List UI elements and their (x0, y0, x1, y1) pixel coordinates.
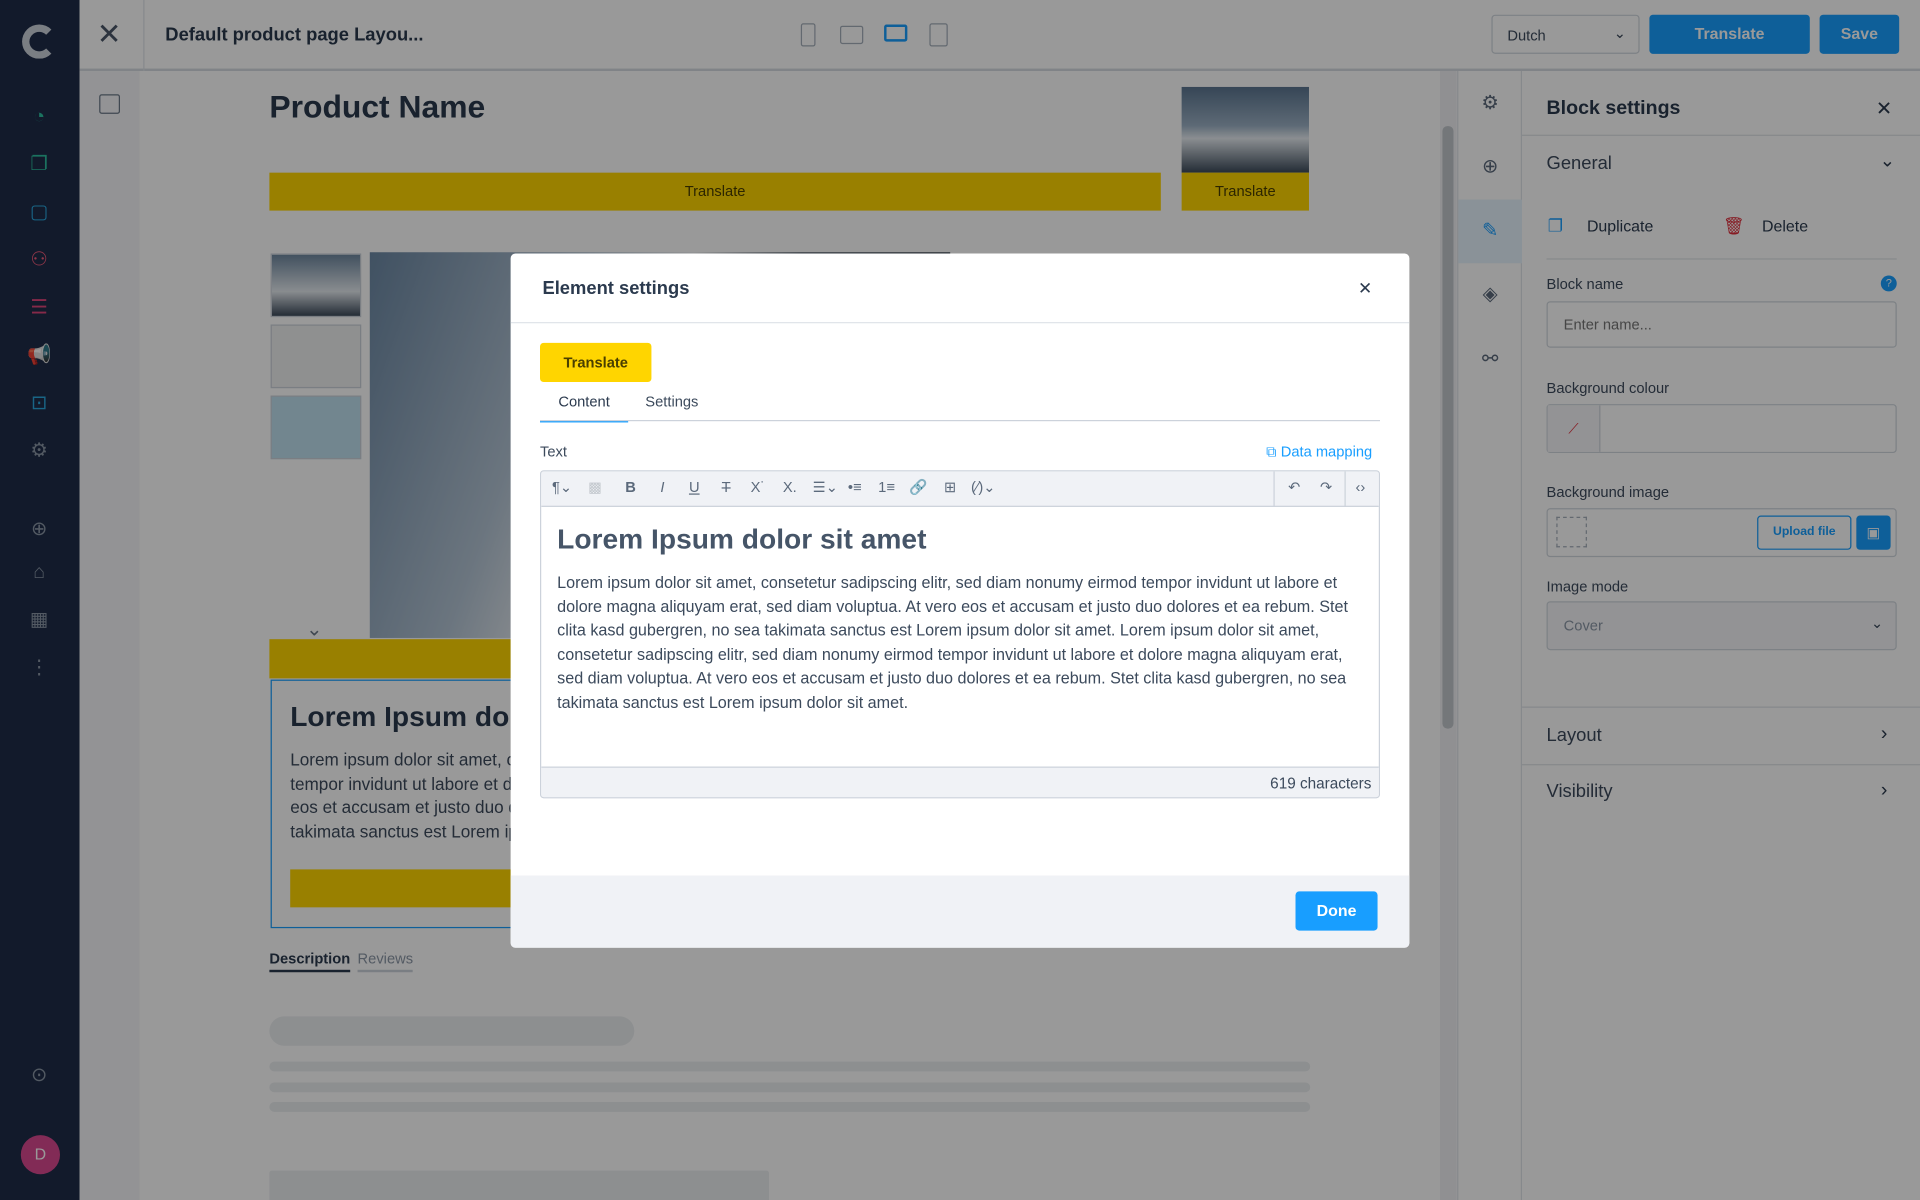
italic-icon[interactable]: I (651, 479, 673, 496)
tab-content[interactable]: Content (540, 393, 629, 423)
variable-icon[interactable]: (⁄)⌄ (967, 479, 999, 496)
editor-content[interactable]: Lorem Ipsum dolor sit amet Lorem ipsum d… (557, 523, 1365, 715)
underline-icon[interactable]: U (683, 479, 705, 496)
clear-format-icon[interactable]: ▩ (584, 479, 606, 496)
editor-heading: Lorem Ipsum dolor sit amet (557, 522, 927, 555)
paragraph-format-icon[interactable]: ¶⌄ (551, 479, 573, 496)
tab-settings[interactable]: Settings (645, 393, 698, 410)
editor-body: Lorem ipsum dolor sit amet, consetetur s… (557, 573, 1348, 712)
redo-icon[interactable]: ↷ (1315, 479, 1337, 496)
data-mapping-link[interactable]: ⧉ Data mapping (1266, 443, 1372, 461)
align-icon[interactable]: ☰⌄ (811, 479, 840, 496)
translate-button[interactable]: Translate (540, 342, 652, 383)
numbered-list-icon[interactable]: 1≡ (876, 479, 898, 496)
modal-footer: Done (510, 875, 1410, 948)
subscript-icon[interactable]: X. (779, 479, 801, 496)
code-view-icon[interactable]: ‹› (1349, 479, 1371, 496)
link-icon[interactable]: 🔗 (907, 479, 929, 496)
undo-icon[interactable]: ↶ (1283, 479, 1305, 496)
modal-title: Element settings (542, 277, 690, 299)
table-icon[interactable]: ⊞ (939, 479, 961, 496)
close-modal-icon[interactable]: ✕ (1358, 278, 1372, 299)
rich-text-editor: ¶⌄ ▩ B I U T X˙ X. ☰⌄ •≡ 1≡ 🔗 ⊞ (⁄)⌄ ↶ ↷… (540, 470, 1381, 799)
bold-icon[interactable]: B (620, 479, 642, 496)
external-link-icon: ⧉ (1266, 443, 1281, 461)
superscript-icon[interactable]: X˙ (747, 479, 769, 496)
character-count: 619 characters (1270, 775, 1372, 793)
bullet-list-icon[interactable]: •≡ (844, 479, 866, 496)
editor-toolbar: ¶⌄ ▩ B I U T X˙ X. ☰⌄ •≡ 1≡ 🔗 ⊞ (⁄)⌄ ↶ ↷… (541, 471, 1379, 507)
text-label: Text (540, 443, 567, 461)
element-settings-modal: Element settings ✕ Translate Content Set… (510, 253, 1410, 948)
editor-footer: 619 characters (541, 766, 1379, 798)
done-button[interactable]: Done (1295, 891, 1378, 931)
strikethrough-icon[interactable]: T (715, 479, 737, 496)
